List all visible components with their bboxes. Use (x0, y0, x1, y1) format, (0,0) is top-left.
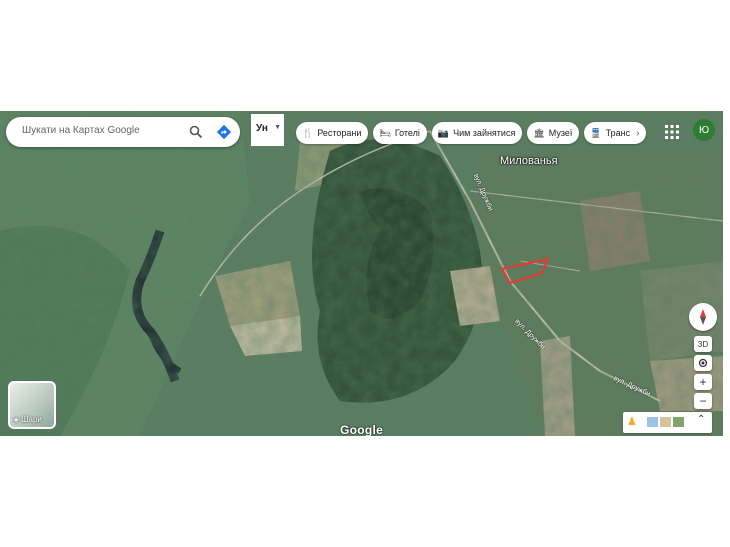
compass-icon (700, 309, 706, 325)
compass-button[interactable] (689, 303, 717, 331)
bed-icon: 🛏 (379, 127, 391, 138)
caret-down-icon: ▼ (274, 124, 281, 131)
chip-label: Музеї (548, 128, 573, 138)
satellite-thumb-icon[interactable] (673, 417, 684, 427)
category-chips: 🍴 Ресторани 🛏 Готелі 📷 Чим зайнятися 🏛 Музеї… (296, 122, 647, 144)
satellite-map[interactable]: Милованья вул. Дружби вул. Дружби вул. Д… (0, 111, 723, 436)
chip-things-to-do[interactable]: 📷 Чим зайнятися (431, 122, 523, 144)
chip-restaurants[interactable]: 🍴 Ресторани (296, 122, 369, 144)
imagery-strip: ♟ ⌃ (623, 412, 712, 433)
pegman-icon[interactable]: ♟ (627, 415, 637, 428)
layers-label: Шари (21, 415, 42, 424)
map-thumb-icon[interactable] (647, 417, 658, 427)
chip-label: Транс (605, 128, 631, 138)
camera-icon: 📷 (437, 127, 450, 138)
chip-label: Ресторани (317, 128, 362, 138)
language-selector[interactable]: Ун ▼ (251, 114, 284, 146)
fork-knife-icon: 🍴 (302, 127, 314, 138)
satellite-imagery (0, 111, 723, 436)
zoom-out-button[interactable]: − (694, 393, 712, 409)
search-icon[interactable] (186, 122, 206, 142)
chip-label: Чим зайнятися (453, 128, 516, 138)
account-avatar[interactable]: Ю (693, 119, 715, 141)
expand-up-icon[interactable]: ⌃ (697, 414, 705, 425)
terrain-thumb-icon[interactable] (660, 417, 671, 427)
layers-icon: ◈ (13, 415, 20, 424)
zoom-in-button[interactable]: + (694, 374, 712, 390)
chip-museums[interactable]: 🏛 Музеї (527, 122, 580, 144)
apps-grid-icon[interactable] (663, 123, 681, 141)
layers-button[interactable]: ◈ Шари (8, 381, 56, 429)
train-icon: 🚆 (590, 127, 602, 138)
my-location-button[interactable] (694, 355, 712, 371)
3d-button[interactable]: 3D (694, 336, 712, 352)
language-code: Ун (256, 123, 268, 134)
chip-hotels[interactable]: 🛏 Готелі (373, 122, 427, 144)
google-logo: Google (340, 423, 384, 436)
search-box[interactable] (6, 117, 240, 147)
location-target-icon (698, 358, 708, 368)
place-label: Милованья (500, 155, 558, 167)
chip-label: Готелі (394, 128, 420, 138)
chevron-right-icon[interactable]: › (636, 128, 639, 139)
chip-transit[interactable]: 🚆 Транс › (584, 122, 647, 144)
directions-icon[interactable] (214, 122, 234, 142)
search-input[interactable] (20, 124, 184, 137)
museum-icon: 🏛 (533, 127, 545, 138)
